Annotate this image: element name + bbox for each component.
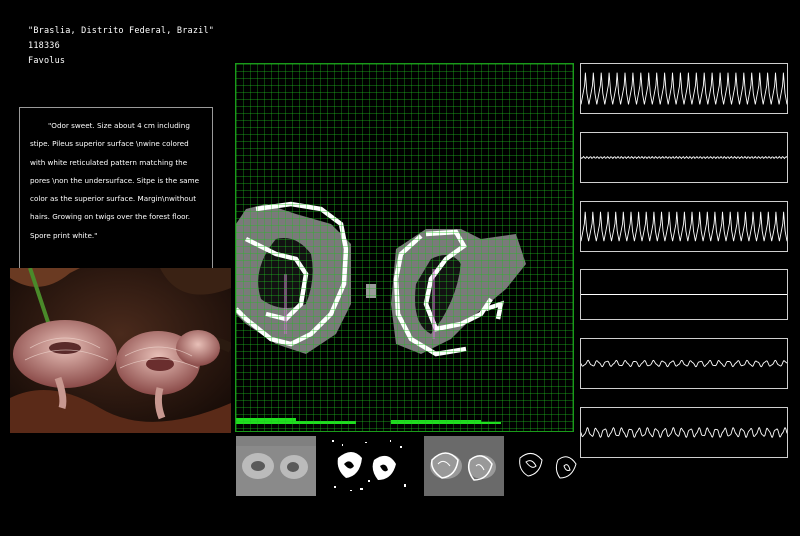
waveform-line [581, 426, 787, 439]
description-text: "Odor sweet. Size about 4 cm including s… [30, 121, 200, 240]
edge-thumbnail-icon [424, 436, 504, 496]
waveform-line [581, 359, 787, 368]
mushroom-photo-icon [10, 268, 231, 433]
binary-mask-thumbnail-icon [330, 436, 410, 496]
waveform-line [581, 155, 787, 160]
grayscale-thumbnail-icon [236, 436, 316, 496]
specimen-id: 118336 [28, 41, 60, 51]
location-label: "Braslia, Distrito Federal, Brazil" [28, 26, 215, 36]
contour-outline-icon [514, 436, 584, 496]
waveform-panel-1 [580, 63, 788, 114]
waveform-panel-5 [580, 338, 788, 389]
pixel-grid-panel [235, 63, 574, 432]
waveform-panel-2 [580, 132, 788, 183]
description-box: "Odor sweet. Size about 4 cm including s… [19, 107, 213, 270]
specimen-meta: "Braslia, Distrito Federal, Brazil" 1183… [28, 24, 214, 69]
waveform-line [581, 72, 787, 105]
genus-label: Favolus [28, 56, 66, 66]
waveform-panel-4 [580, 269, 788, 320]
waveform-panel-6 [580, 407, 788, 458]
waveform-panel-3 [580, 201, 788, 252]
waveform-line [581, 211, 787, 242]
